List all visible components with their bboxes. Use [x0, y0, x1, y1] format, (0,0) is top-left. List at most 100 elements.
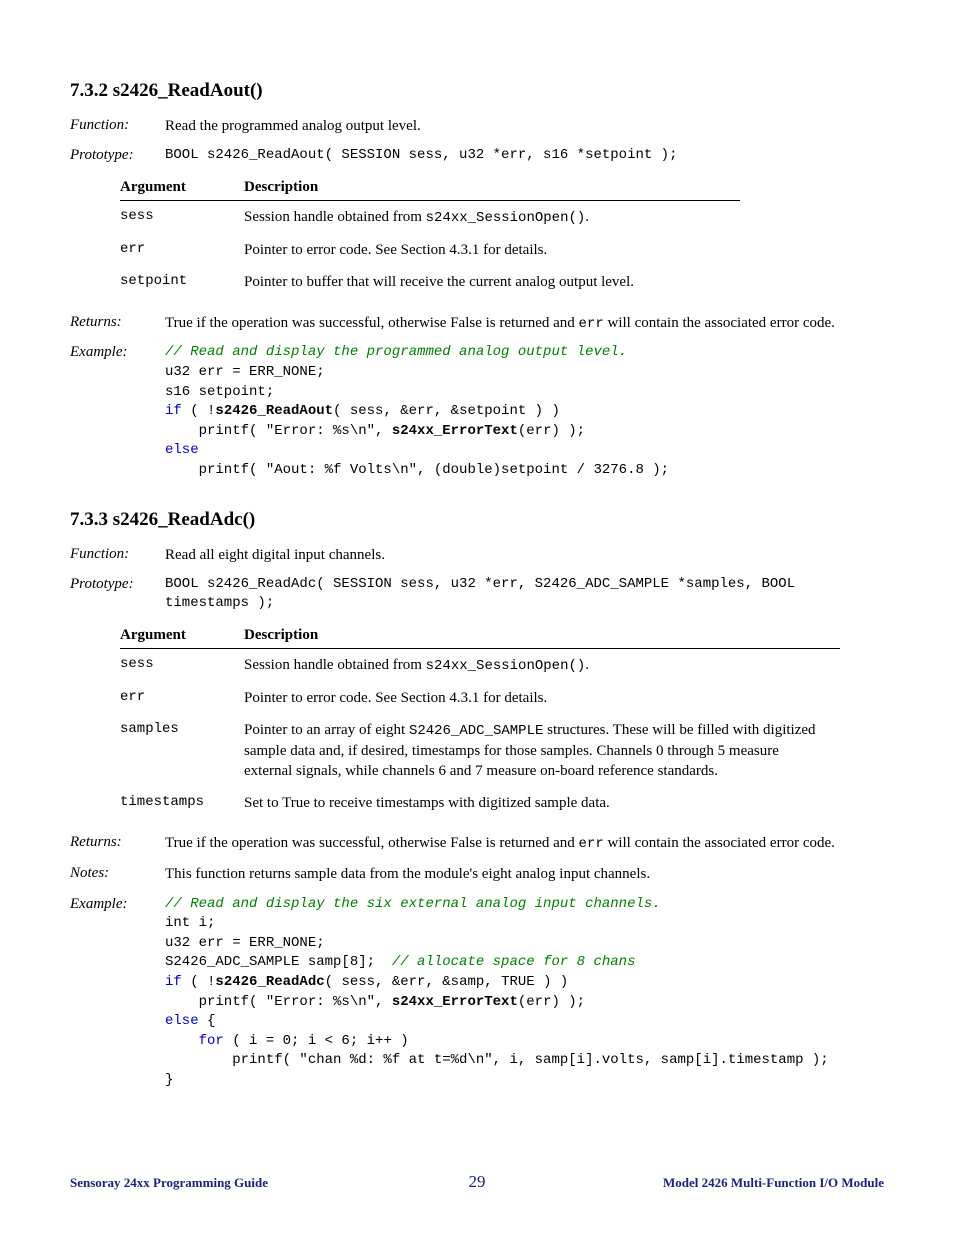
arg-desc-code: s24xx_SessionOpen() — [426, 210, 586, 226]
function-text: Read the programmed analog output level. — [165, 116, 884, 136]
code-line: } — [165, 1072, 173, 1088]
notes-label: Notes: — [70, 864, 165, 882]
arg-desc: Pointer to error code. See Section 4.3.1… — [244, 234, 740, 266]
arg-desc-post: . — [585, 209, 589, 225]
example-label: Example: — [70, 895, 165, 913]
code-text: S2426_ADC_SAMPLE samp[8]; — [165, 954, 392, 970]
function-row-733: Function: Read all eight digital input c… — [70, 545, 884, 565]
arg-desc-pre: Pointer to an array of eight — [244, 722, 409, 738]
code-kw: for — [165, 1033, 224, 1049]
example-code: // Read and display the six external ana… — [165, 895, 884, 1091]
arg-desc-pre: Session handle obtained from — [244, 209, 426, 225]
arg-desc: Set to True to receive timestamps with d… — [244, 787, 840, 819]
code-comment: // Read and display the programmed analo… — [165, 344, 627, 360]
code-text: printf( "Error: %s\n", — [165, 423, 392, 439]
page-footer: Sensoray 24xx Programming Guide 29 Model… — [70, 1175, 884, 1191]
prototype-label: Prototype: — [70, 146, 165, 164]
code-text: ( i = 0; i < 6; i++ ) — [224, 1033, 409, 1049]
arg-name: timestamps — [120, 787, 244, 819]
returns-text: True if the operation was successful, ot… — [165, 833, 884, 854]
arg-name: sess — [120, 648, 244, 681]
argtable-733: Argument Description sess Session handle… — [120, 623, 840, 820]
page: 7.3.2 s2426_ReadAout() Function: Read th… — [0, 0, 954, 1235]
table-row: err Pointer to error code. See Section 4… — [120, 234, 740, 266]
example-code: // Read and display the programmed analo… — [165, 343, 884, 480]
function-label: Function: — [70, 116, 165, 134]
argtable-wrap-732: Argument Description sess Session handle… — [70, 175, 884, 298]
arg-desc-pre: Session handle obtained from — [244, 657, 426, 673]
section-733: 7.3.3 s2426_ReadAdc() Function: Read all… — [70, 509, 884, 1091]
footer-page-number: 29 — [70, 1172, 884, 1192]
argtable-h-arg: Argument — [120, 175, 244, 201]
code-text: ( ! — [182, 403, 216, 419]
prototype-row-733: Prototype: BOOL s2426_ReadAdc( SESSION s… — [70, 575, 884, 613]
code-fn: s2426_ReadAout — [215, 403, 333, 419]
returns-row-733: Returns: True if the operation was succe… — [70, 833, 884, 854]
code-text: (err) ); — [518, 423, 585, 439]
notes-text: This function returns sample data from t… — [165, 864, 884, 884]
returns-pre: True if the operation was successful, ot… — [165, 835, 579, 851]
arg-desc: Pointer to error code. See Section 4.3.1… — [244, 682, 840, 714]
code-fn: s2426_ReadAdc — [215, 974, 324, 990]
code-text: ( sess, &err, &setpoint ) ) — [333, 403, 560, 419]
arg-desc-pre: Pointer to buffer that will receive the … — [244, 274, 634, 290]
returns-label: Returns: — [70, 313, 165, 331]
arg-desc-pre: Pointer to error code. See Section 4.3.1… — [244, 690, 547, 706]
code-line: s16 setpoint; — [165, 384, 274, 400]
arg-desc: Pointer to buffer that will receive the … — [244, 266, 740, 298]
arg-name: samples — [120, 714, 244, 787]
code-line: int i; — [165, 915, 215, 931]
example-row-733: Example: // Read and display the six ext… — [70, 895, 884, 1091]
returns-code: err — [579, 316, 604, 332]
returns-post: will contain the associated error code. — [604, 835, 835, 851]
code-text: printf( "Error: %s\n", — [165, 994, 392, 1010]
arg-desc-code: s24xx_SessionOpen() — [426, 658, 586, 674]
table-row: sess Session handle obtained from s24xx_… — [120, 201, 740, 234]
example-row-732: Example: // Read and display the program… — [70, 343, 884, 480]
arg-name: sess — [120, 201, 244, 234]
example-label: Example: — [70, 343, 165, 361]
prototype-label: Prototype: — [70, 575, 165, 593]
arg-name: err — [120, 682, 244, 714]
section-732: 7.3.2 s2426_ReadAout() Function: Read th… — [70, 80, 884, 481]
section-heading-733: 7.3.3 s2426_ReadAdc() — [70, 509, 884, 531]
code-text: { — [199, 1013, 216, 1029]
arg-desc: Session handle obtained from s24xx_Sessi… — [244, 201, 740, 234]
table-row: sess Session handle obtained from s24xx_… — [120, 648, 840, 681]
code-comment: // Read and display the six external ana… — [165, 896, 661, 912]
notes-row-733: Notes: This function returns sample data… — [70, 864, 884, 884]
arg-name: setpoint — [120, 266, 244, 298]
arg-desc: Pointer to an array of eight S2426_ADC_S… — [244, 714, 840, 787]
code-kw: if — [165, 403, 182, 419]
code-kw: if — [165, 974, 182, 990]
arg-desc-post: . — [585, 657, 589, 673]
code-line: printf( "Aout: %f Volts\n", (double)setp… — [165, 462, 669, 478]
code-text: (err) ); — [518, 994, 585, 1010]
returns-pre: True if the operation was successful, ot… — [165, 315, 579, 331]
argtable-732: Argument Description sess Session handle… — [120, 175, 740, 298]
returns-label: Returns: — [70, 833, 165, 851]
returns-post: will contain the associated error code. — [604, 315, 835, 331]
section-heading-732: 7.3.2 s2426_ReadAout() — [70, 80, 884, 102]
table-row: err Pointer to error code. See Section 4… — [120, 682, 840, 714]
returns-code: err — [579, 836, 604, 852]
arg-desc-code: S2426_ADC_SAMPLE — [409, 723, 543, 739]
code-comment: // allocate space for 8 chans — [392, 954, 636, 970]
table-row: setpoint Pointer to buffer that will rec… — [120, 266, 740, 298]
returns-text: True if the operation was successful, ot… — [165, 313, 884, 334]
argtable-h-desc: Description — [244, 175, 740, 201]
table-row: timestamps Set to True to receive timest… — [120, 787, 840, 819]
argtable-h-desc: Description — [244, 623, 840, 649]
arg-desc-pre: Pointer to error code. See Section 4.3.1… — [244, 242, 547, 258]
argtable-wrap-733: Argument Description sess Session handle… — [70, 623, 884, 820]
code-line: printf( "chan %d: %f at t=%d\n", i, samp… — [165, 1052, 829, 1068]
code-fn: s24xx_ErrorText — [392, 994, 518, 1010]
returns-row-732: Returns: True if the operation was succe… — [70, 313, 884, 334]
code-line: u32 err = ERR_NONE; — [165, 364, 325, 380]
function-text: Read all eight digital input channels. — [165, 545, 884, 565]
prototype-row-732: Prototype: BOOL s2426_ReadAout( SESSION … — [70, 146, 884, 165]
function-label: Function: — [70, 545, 165, 563]
arg-name: err — [120, 234, 244, 266]
code-text: ( sess, &err, &samp, TRUE ) ) — [325, 974, 569, 990]
code-fn: s24xx_ErrorText — [392, 423, 518, 439]
